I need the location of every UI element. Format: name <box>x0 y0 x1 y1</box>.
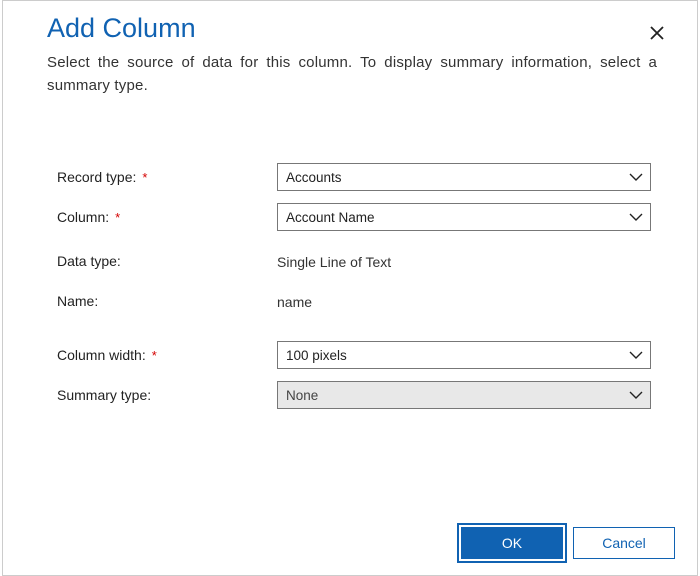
label-text: Column: <box>57 209 109 225</box>
label-text: Column width: <box>57 347 146 363</box>
dialog-title: Add Column <box>47 13 657 44</box>
label-column: Column: * <box>57 209 277 225</box>
label-column-width: Column width: * <box>57 347 277 363</box>
add-column-dialog: Add Column Select the source of data for… <box>2 0 698 576</box>
required-indicator: * <box>142 170 147 185</box>
chevron-down-icon <box>628 212 644 222</box>
column-width-select[interactable]: 100 pixels <box>277 341 651 369</box>
record-type-select[interactable]: Accounts <box>277 163 651 191</box>
label-text: Data type: <box>57 253 121 269</box>
row-data-type: Data type: Single Line of Text <box>57 247 651 275</box>
value-data-type: Single Line of Text <box>277 252 651 270</box>
cancel-button[interactable]: Cancel <box>573 527 675 559</box>
dialog-form: Record type: * Accounts Column: * Accoun… <box>3 103 697 511</box>
ok-button[interactable]: OK <box>461 527 563 559</box>
row-name: Name: name <box>57 287 651 315</box>
label-record-type: Record type: * <box>57 169 277 185</box>
select-value: None <box>286 388 318 403</box>
select-value: 100 pixels <box>286 348 347 363</box>
dialog-header: Add Column Select the source of data for… <box>3 1 697 103</box>
close-button[interactable] <box>645 23 669 47</box>
summary-type-select[interactable]: None <box>277 381 651 409</box>
dialog-footer: OK Cancel <box>3 511 697 575</box>
label-text: Record type: <box>57 169 136 185</box>
label-name: Name: <box>57 293 277 309</box>
label-summary-type: Summary type: <box>57 387 277 403</box>
value-summary-type: None <box>277 381 651 409</box>
value-name: name <box>277 292 651 310</box>
row-column-width: Column width: * 100 pixels <box>57 341 651 369</box>
column-select[interactable]: Account Name <box>277 203 651 231</box>
value-record-type: Accounts <box>277 163 651 191</box>
row-summary-type: Summary type: None <box>57 381 651 409</box>
required-indicator: * <box>152 348 157 363</box>
select-value: Accounts <box>286 170 342 185</box>
chevron-down-icon <box>628 390 644 400</box>
row-column: Column: * Account Name <box>57 203 651 231</box>
select-value: Account Name <box>286 210 375 225</box>
data-type-value: Single Line of Text <box>277 252 651 270</box>
chevron-down-icon <box>628 350 644 360</box>
required-indicator: * <box>115 210 120 225</box>
close-icon <box>650 26 664 45</box>
name-value: name <box>277 292 651 310</box>
label-text: Name: <box>57 293 98 309</box>
label-text: Summary type: <box>57 387 151 403</box>
dialog-subtitle: Select the source of data for this colum… <box>47 52 657 97</box>
value-column: Account Name <box>277 203 651 231</box>
chevron-down-icon <box>628 172 644 182</box>
label-data-type: Data type: <box>57 253 277 269</box>
value-column-width: 100 pixels <box>277 341 651 369</box>
row-record-type: Record type: * Accounts <box>57 163 651 191</box>
